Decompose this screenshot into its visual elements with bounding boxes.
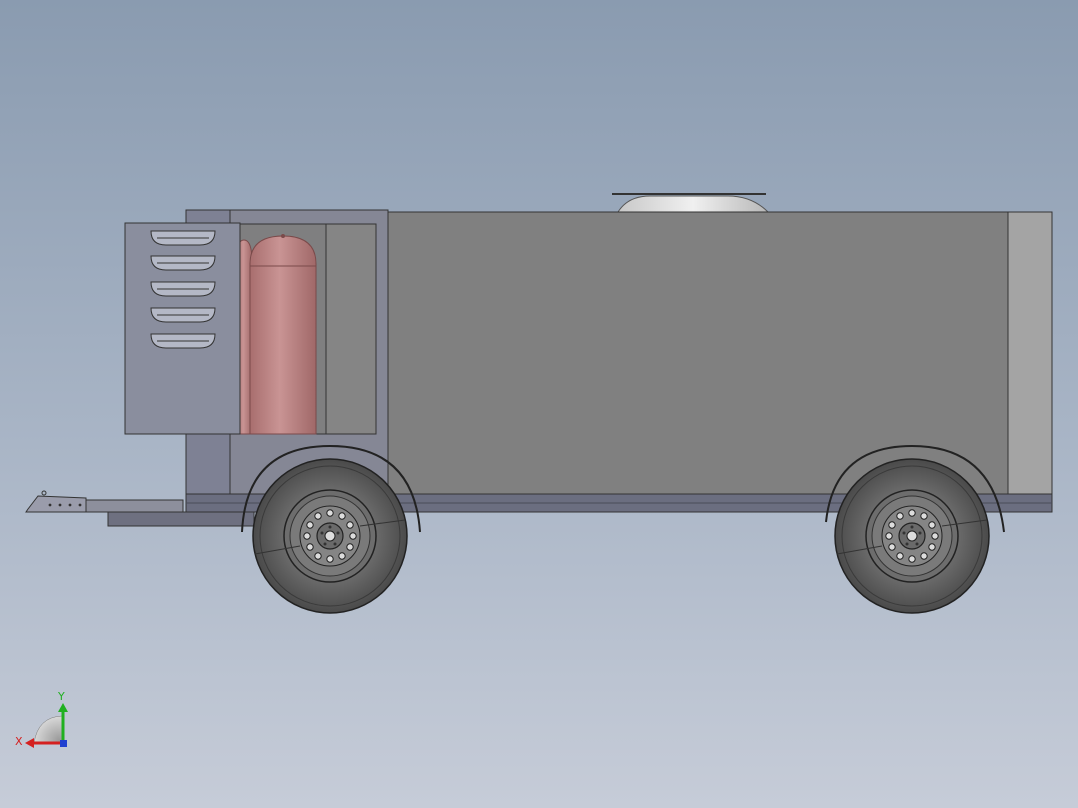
trailer-model[interactable]: X Y: [0, 0, 1078, 808]
roof-hatch[interactable]: [612, 193, 770, 213]
gas-tanks[interactable]: [235, 234, 317, 435]
cargo-box[interactable]: [385, 211, 1011, 497]
cad-viewport[interactable]: X Y: [0, 0, 1078, 808]
rear-panel[interactable]: [1007, 211, 1053, 497]
y-axis-label: Y: [57, 690, 65, 703]
front-wheel[interactable]: [252, 458, 408, 614]
x-axis-label: X: [15, 735, 23, 748]
rear-wheel[interactable]: [834, 458, 990, 614]
axis-triad: X Y: [15, 690, 68, 748]
louvered-door[interactable]: [124, 222, 241, 435]
